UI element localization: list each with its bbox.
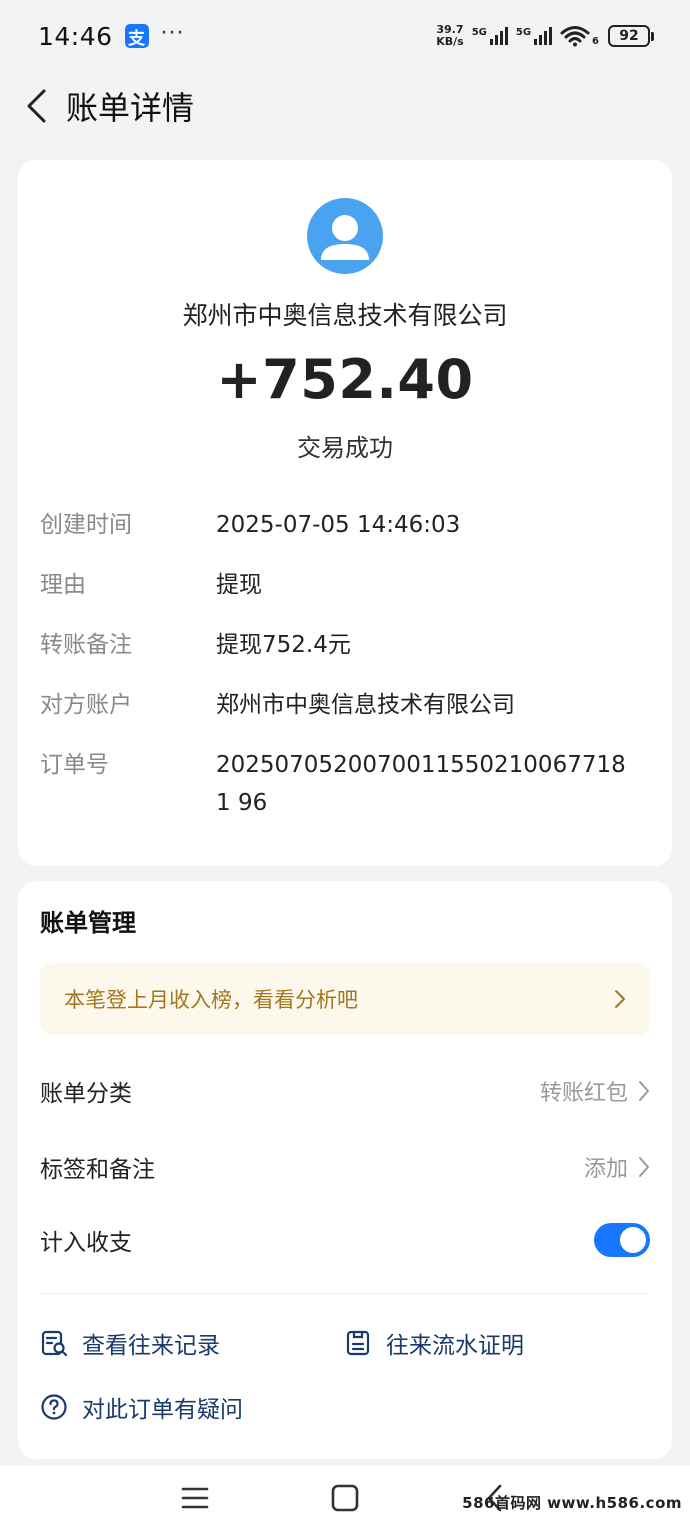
sim2-signal-icon: 5G <box>515 27 553 45</box>
chevron-right-icon <box>639 1081 649 1101</box>
detail-value: 提现752.4元 <box>216 632 351 658</box>
sim1-label: 5G <box>471 27 487 38</box>
page-title: 账单详情 <box>66 89 195 127</box>
detail-value: 2025-07-05 14:46:03 <box>216 512 461 538</box>
status-right: 39.7 KB/s 5G 5G 6 92 <box>436 24 654 48</box>
sim1-signal-icon: 5G <box>472 27 508 45</box>
order-question-link[interactable]: 对此订单有疑问 <box>40 1385 243 1429</box>
question-circle-icon <box>40 1393 68 1421</box>
detail-label: 转账备注 <box>40 632 132 658</box>
detail-row-created-time: 创建时间 2025-07-05 14:46:03 <box>40 506 650 544</box>
wifi-icon: 6 <box>560 25 600 47</box>
include-in-ledger-row: 计入收支 <box>40 1212 650 1268</box>
home-square-icon <box>331 1484 359 1512</box>
detail-label: 对方账户 <box>40 692 132 718</box>
system-nav-bar: 586首码网 www.h586.com <box>0 1466 690 1527</box>
toggle-knob <box>620 1227 646 1253</box>
tags-notes-row[interactable]: 标签和备注 添加 <box>40 1139 650 1195</box>
status-time: 14:46 <box>38 21 113 51</box>
include-in-ledger-label: 计入收支 <box>40 1230 132 1256</box>
detail-label: 理由 <box>40 572 86 598</box>
network-speed: 39.7 KB/s <box>436 24 463 48</box>
detail-row-reason: 理由 提现 <box>40 566 650 604</box>
counterparty-name: 郑州市中奥信息技术有限公司 <box>182 301 508 330</box>
wifi-label: 6 <box>592 36 599 47</box>
promo-text: 本笔登上月收入榜，看看分析吧 <box>64 988 358 1012</box>
divider <box>40 1293 650 1294</box>
transaction-amount: +752.40 <box>216 348 474 411</box>
order-number-value[interactable]: 20250705200700115502100677181 96 <box>216 746 636 822</box>
view-records-link[interactable]: 查看往来记录 <box>40 1321 220 1365</box>
income-ranking-banner[interactable]: 本笔登上月收入榜，看看分析吧 <box>40 963 650 1035</box>
chevron-right-icon <box>639 1157 649 1177</box>
menu-icon <box>181 1487 209 1509</box>
battery-icon: 92 <box>608 25 654 47</box>
status-left: 14:46 支 ··· <box>38 20 185 51</box>
battery-level: 92 <box>608 25 650 47</box>
detail-label: 订单号 <box>40 752 109 778</box>
bill-category-value: 转账红包 <box>539 1081 628 1106</box>
detail-row-transfer-note: 转账备注 提现752.4元 <box>40 626 650 664</box>
detail-value: 郑州市中奥信息技术有限公司 <box>216 692 515 718</box>
order-question-label: 对此订单有疑问 <box>82 1397 243 1423</box>
detail-row-order-number: 订单号 20250705200700115502100677181 96 <box>40 746 650 822</box>
tags-notes-value: 添加 <box>583 1157 628 1182</box>
avatar <box>307 198 383 274</box>
nav-bar: 账单详情 <box>0 76 690 136</box>
section-title: 账单管理 <box>40 909 136 937</box>
watermark-text: 586首码网 www.h586.com <box>462 1494 682 1512</box>
more-notifications-icon: ··· <box>160 20 185 46</box>
bill-category-label: 账单分类 <box>40 1081 132 1107</box>
detail-value: 提现 <box>216 572 262 598</box>
detail-row-counterparty-account: 对方账户 郑州市中奥信息技术有限公司 <box>40 686 650 724</box>
transaction-status: 交易成功 <box>297 434 393 462</box>
chevron-left-icon <box>27 89 46 123</box>
chevron-right-icon <box>615 990 625 1008</box>
bill-management-card: 账单管理 本笔登上月收入榜，看看分析吧 账单分类 转账红包 标签和备注 添加 计… <box>18 881 672 1459</box>
view-records-label: 查看往来记录 <box>82 1333 220 1359</box>
bill-category-row[interactable]: 账单分类 转账红包 <box>40 1063 650 1119</box>
alipay-notification-icon: 支 <box>124 24 149 49</box>
status-bar: 14:46 支 ··· 39.7 KB/s 5G 5G 6 92 <box>0 0 690 72</box>
tags-notes-label: 标签和备注 <box>40 1157 155 1183</box>
menu-button[interactable] <box>175 1480 215 1516</box>
back-button[interactable] <box>16 81 56 131</box>
record-search-icon <box>40 1329 68 1357</box>
transaction-summary-card: 郑州市中奥信息技术有限公司 +752.40 交易成功 创建时间 2025-07-… <box>18 160 672 866</box>
statement-proof-link[interactable]: 往来流水证明 <box>344 1321 524 1365</box>
statement-proof-label: 往来流水证明 <box>386 1333 524 1359</box>
detail-label: 创建时间 <box>40 512 132 538</box>
home-button[interactable] <box>325 1480 365 1516</box>
include-in-ledger-toggle[interactable] <box>594 1223 650 1257</box>
sim2-label: 5G <box>515 27 532 38</box>
network-speed-unit: KB/s <box>436 35 464 48</box>
user-icon <box>321 215 369 260</box>
document-icon <box>344 1329 372 1357</box>
